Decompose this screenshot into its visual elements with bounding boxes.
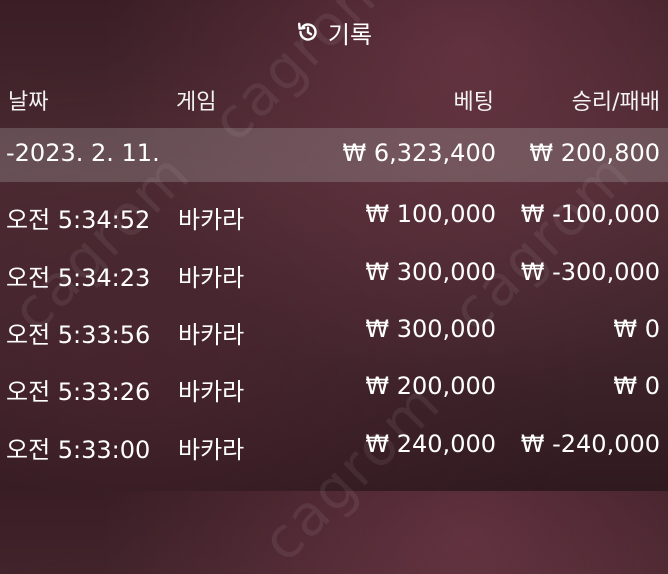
row-bet: ₩ 300,000 — [365, 315, 496, 343]
row-time: 오전 5:33:00 — [6, 436, 151, 464]
row-game: 바카라 — [178, 378, 245, 406]
row-game: 바카라 — [178, 264, 245, 292]
date-group-date: -2023. 2. 11. — [6, 139, 160, 167]
column-header-game: 게임 — [176, 90, 217, 115]
column-header-result: 승리/패배 — [571, 90, 660, 115]
row-result: ₩ -240,000 — [520, 430, 660, 458]
row-game: 바카라 — [178, 321, 245, 349]
column-header-bet: 베팅 — [453, 90, 494, 115]
row-time: 오전 5:34:52 — [6, 206, 151, 234]
table-row[interactable]: 오전 5:34:23 바카라 ₩ 300,000 ₩ -300,000 — [0, 247, 668, 301]
table-row[interactable]: 오전 5:34:52 바카라 ₩ 100,000 ₩ -100,000 — [0, 189, 668, 243]
row-time: 오전 5:33:56 — [6, 321, 151, 349]
table-row[interactable]: 오전 5:33:56 바카라 ₩ 300,000 ₩ 0 — [0, 304, 668, 358]
date-group-result-total: ₩ 200,800 — [529, 139, 660, 167]
date-group-row[interactable]: -2023. 2. 11. ₩ 6,323,400 ₩ 200,800 — [0, 128, 668, 182]
row-result: ₩ -100,000 — [520, 200, 660, 228]
table-row[interactable]: 오전 5:33:00 바카라 ₩ 240,000 ₩ -240,000 — [0, 419, 668, 473]
date-group-bet-total: ₩ 6,323,400 — [342, 139, 496, 167]
table-row[interactable]: 오전 5:33:26 바카라 ₩ 200,000 ₩ 0 — [0, 361, 668, 415]
row-bet: ₩ 100,000 — [365, 200, 496, 228]
row-result: ₩ -300,000 — [520, 258, 660, 286]
row-result: ₩ 0 — [613, 372, 660, 400]
row-result: ₩ 0 — [613, 315, 660, 343]
column-header-row: 날짜 게임 베팅 승리/패배 — [0, 72, 668, 120]
page-title: 기록 — [327, 21, 373, 49]
header-title: 기록 — [0, 18, 668, 53]
row-bet: ₩ 200,000 — [365, 372, 496, 400]
row-time: 오전 5:33:26 — [6, 378, 151, 406]
row-bet: ₩ 240,000 — [365, 430, 496, 458]
row-game: 바카라 — [178, 436, 245, 464]
row-bet: ₩ 300,000 — [365, 258, 496, 286]
history-icon — [296, 19, 320, 53]
row-game: 바카라 — [178, 206, 245, 234]
row-time: 오전 5:34:23 — [6, 264, 151, 292]
column-header-date: 날짜 — [8, 90, 49, 115]
header: 기록 — [0, 0, 668, 70]
